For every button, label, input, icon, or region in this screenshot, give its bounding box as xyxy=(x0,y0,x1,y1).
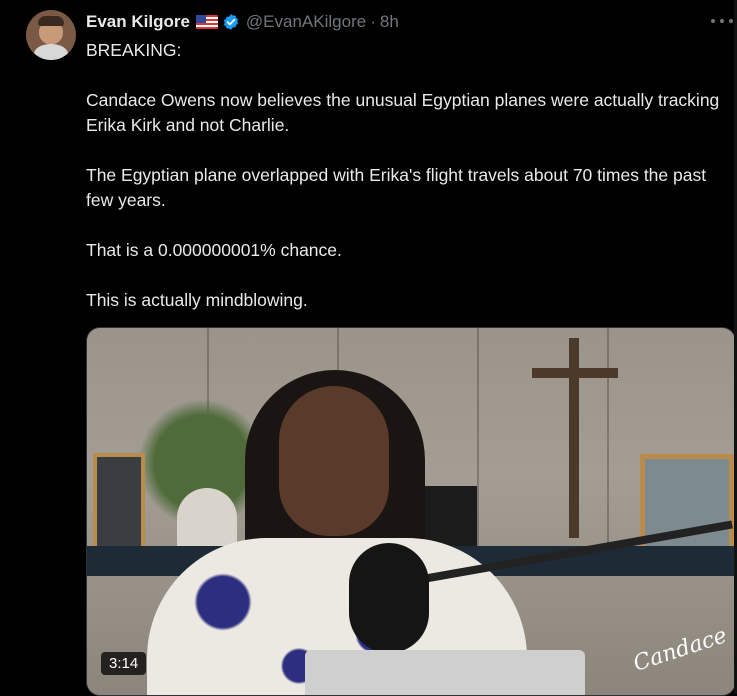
video-player[interactable]: Candace 3:14 xyxy=(86,327,736,696)
verified-badge-icon[interactable] xyxy=(222,13,240,31)
picture-frame xyxy=(640,454,734,560)
tweet-paragraph: BREAKING: xyxy=(86,40,182,60)
author-name[interactable]: Evan Kilgore xyxy=(86,12,190,32)
microphone xyxy=(349,543,429,653)
tweet-header: Evan Kilgore @EvanAKilgore · 8h xyxy=(86,11,399,33)
tweet: Evan Kilgore @EvanAKilgore · 8h BREAKING… xyxy=(0,0,737,696)
more-options-icon[interactable] xyxy=(711,12,733,30)
timestamp[interactable]: 8h xyxy=(380,12,399,32)
watermark-text: Candace xyxy=(630,623,725,677)
video-duration: 3:14 xyxy=(101,652,147,675)
tweet-paragraph: The Egyptian plane overlapped with Erika… xyxy=(86,165,707,210)
picture-frame xyxy=(93,453,145,559)
tweet-text: BREAKING: Candace Owens now believes the… xyxy=(86,38,731,338)
audio-device xyxy=(417,486,477,546)
us-flag-icon xyxy=(195,15,218,29)
avatar[interactable] xyxy=(26,10,76,60)
candace-watermark: Candace xyxy=(630,623,725,677)
author-handle[interactable]: @EvanAKilgore xyxy=(246,12,366,32)
crucifix-bar xyxy=(532,368,618,378)
tweet-paragraph: This is actually mindblowing. xyxy=(86,290,308,310)
avatar-shirt xyxy=(34,44,68,60)
speaker-face xyxy=(279,386,389,536)
separator-dot: · xyxy=(370,12,376,31)
tweet-paragraph: That is a 0.000000001% chance. xyxy=(86,240,342,260)
laptop xyxy=(305,650,585,695)
tweet-paragraph: Candace Owens now believes the unusual E… xyxy=(86,90,720,135)
avatar-hair xyxy=(38,16,64,26)
